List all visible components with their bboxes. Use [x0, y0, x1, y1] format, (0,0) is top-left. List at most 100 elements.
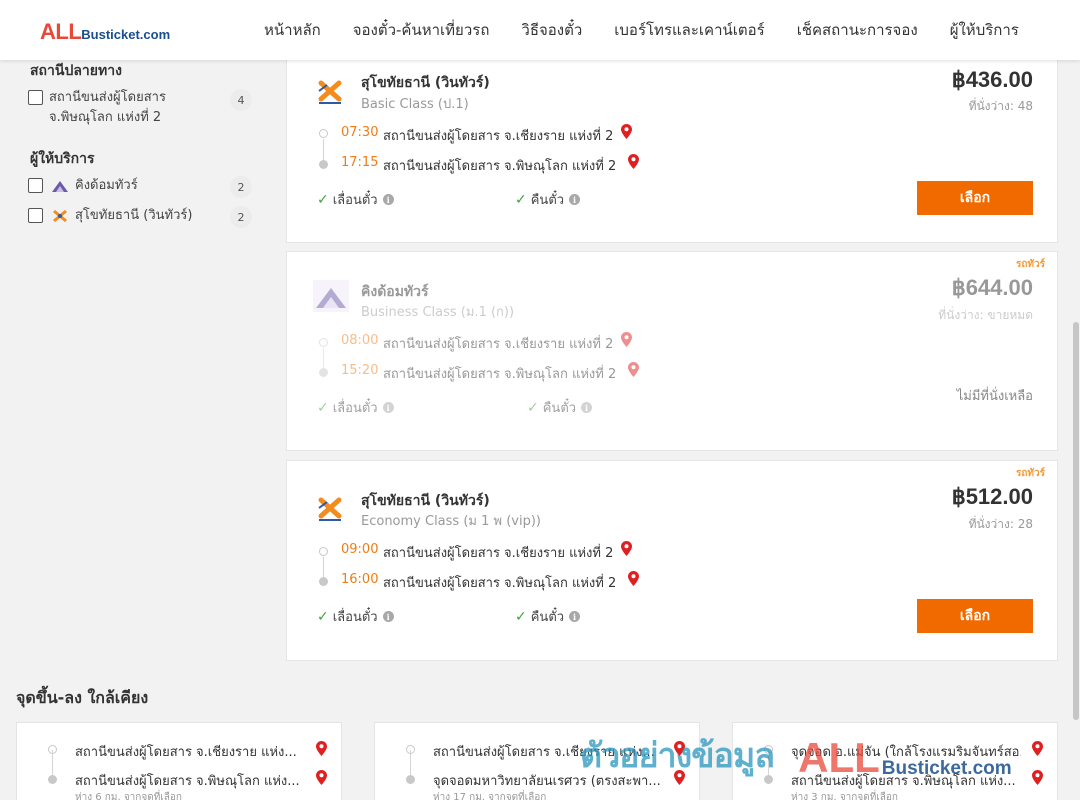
nearby-to-station: จุดจอดมหาวิทยาลัยนเรศวร (ตรงสะพา...: [433, 774, 661, 789]
operator-name: คิงด้อมทัวร์: [361, 284, 429, 300]
nearby-route-card[interactable]: จุดจอด อ.แม่จัน (ใกล้โรงแรมริมจันทร์สอ..…: [732, 722, 1058, 800]
info-icon[interactable]: i: [382, 194, 394, 205]
map-pin-icon: [628, 362, 639, 377]
map-pin-icon: [621, 332, 632, 347]
route-line: [323, 139, 324, 161]
nearby-to-station: สถานีขนส่งผู้โดยสาร จ.พิษณุโลก แห่ง...: [791, 774, 1016, 789]
departure-station: สถานีขนส่งผู้โดยสาร จ.เชียงราย แห่งที่ 2: [383, 546, 614, 561]
trip-price: ฿644.00: [951, 275, 1033, 300]
nav-home[interactable]: หน้าหลัก: [264, 18, 321, 42]
change-ticket-feature: ✓ เลื่อนตั๋ว i: [317, 189, 394, 210]
destination-filter-item[interactable]: สถานีขนส่งผู้โดยสาร จ.พิษณุโลก แห่งที่ 2…: [28, 88, 256, 128]
destination-checkbox[interactable]: [28, 90, 43, 105]
map-pin-icon[interactable]: [1032, 741, 1043, 756]
arrival-time: 17:15: [341, 155, 379, 170]
refund-ticket-feature: ✓ คืนตั๋ว i: [515, 606, 581, 627]
logo-busticket: Busticket.com: [81, 27, 171, 42]
trip-price: ฿436.00: [951, 67, 1033, 92]
map-pin-icon[interactable]: [674, 741, 685, 756]
map-pin-icon[interactable]: [628, 571, 639, 586]
departure-station: สถานีขนส่งผู้โดยสาร จ.เชียงราย แห่งที่ 2: [383, 337, 614, 352]
destination-count-badge: 4: [230, 89, 252, 111]
operator-filter-item[interactable]: คิงด้อมทัวร์ 2: [28, 176, 256, 198]
departure-time: 08:00: [341, 333, 379, 348]
operator-label: คิงด้อมทัวร์: [75, 178, 138, 193]
top-header: ALLBusticket.com หน้าหลัก จองตั๋ว-ค้นหาเ…: [0, 0, 1080, 60]
arrival-time: 15:20: [341, 363, 379, 378]
nav-book-ticket[interactable]: จองตั๋ว-ค้นหาเที่ยวรถ: [353, 18, 490, 42]
arrival-station: สถานีขนส่งผู้โดยสาร จ.พิษณุโลก แห่งที่ 2: [383, 367, 617, 382]
map-pin-icon[interactable]: [316, 770, 327, 785]
map-pin-icon[interactable]: [316, 741, 327, 756]
select-trip-button[interactable]: เลือก: [917, 599, 1033, 633]
nearby-from-station: สถานีขนส่งผู้โดยสาร จ.เชียงราย แห่ง...: [75, 745, 297, 760]
nav-how-to-book[interactable]: วิธีจองตั๋ว: [521, 18, 582, 42]
info-icon[interactable]: i: [569, 194, 581, 205]
info-icon[interactable]: i: [569, 611, 581, 622]
change-ticket-label: เลื่อนตั๋ว: [332, 610, 378, 625]
route-line: [410, 750, 411, 778]
refund-ticket-feature: ✓ คืนตั๋ว i: [527, 397, 593, 418]
arrival-dot: [319, 368, 328, 377]
bus-class: Business Class (ม.1 (ก)): [361, 305, 515, 320]
arrival-dot: [406, 775, 415, 784]
nearby-from-station: สถานีขนส่งผู้โดยสาร จ.เชียงราย แห่ง...: [433, 745, 655, 760]
scrollbar-thumb[interactable]: [1073, 322, 1079, 720]
page-scrollbar[interactable]: [1072, 60, 1080, 800]
no-seats-status: ไม่มีที่นั่งเหลือ: [956, 389, 1033, 404]
info-icon[interactable]: i: [382, 611, 394, 622]
departure-time: 09:00: [341, 542, 379, 557]
operator-filter-item[interactable]: สุโขทัยธานี (วินทัวร์) 2: [28, 206, 256, 228]
nav-phone-counters[interactable]: เบอร์โทรและเคาน์เตอร์: [614, 18, 764, 42]
nearby-route-card[interactable]: สถานีขนส่งผู้โดยสาร จ.เชียงราย แห่ง... จ…: [374, 722, 700, 800]
check-icon: ✓: [317, 608, 329, 625]
nav-booking-status[interactable]: เช็คสถานะการจอง: [797, 18, 918, 42]
seats-available: ที่นั่งว่าง: ขายหมด: [938, 308, 1033, 322]
win-tour-logo-icon: [318, 497, 342, 521]
win-tour-logo-icon: [318, 80, 342, 104]
route-line: [768, 750, 769, 778]
kingdom-tour-logo-icon: [52, 181, 68, 192]
map-pin-icon[interactable]: [621, 541, 632, 556]
bus-type-tag: รถทัวร์: [1015, 259, 1045, 270]
operator-count-badge: 2: [230, 176, 252, 198]
trip-card: รถทัวร์ สุโขทัยธานี (วินทัวร์) Economy C…: [286, 460, 1058, 661]
destination-label: สถานีขนส่งผู้โดยสาร จ.พิษณุโลก แห่งที่ 2: [49, 88, 166, 128]
change-ticket-label: เลื่อนตั๋ว: [332, 401, 378, 416]
nav-operators[interactable]: ผู้ให้บริการ: [950, 18, 1019, 42]
nearby-distance: ห่าง 6 กม. จากจุดที่เลือก: [75, 792, 182, 800]
nearby-route-card[interactable]: สถานีขนส่งผู้โดยสาร จ.เชียงราย แห่ง... ส…: [16, 722, 342, 800]
arrival-dot: [48, 775, 57, 784]
arrival-station: สถานีขนส่งผู้โดยสาร จ.พิษณุโลก แห่งที่ 2: [383, 576, 617, 591]
refund-ticket-feature: ✓ คืนตั๋ว i: [515, 189, 581, 210]
map-pin-icon[interactable]: [628, 154, 639, 169]
info-icon: i: [581, 402, 593, 413]
refund-ticket-label: คืนตั๋ว: [530, 610, 565, 625]
nearby-distance: ห่าง 17 กม. จากจุดที่เลือก: [433, 792, 547, 800]
change-ticket-label: เลื่อนตั๋ว: [332, 193, 378, 208]
departure-station: สถานีขนส่งผู้โดยสาร จ.เชียงราย แห่งที่ 2: [383, 129, 614, 144]
map-pin-icon[interactable]: [621, 124, 632, 139]
site-logo[interactable]: ALLBusticket.com: [40, 19, 170, 45]
operator-name: สุโขทัยธานี (วินทัวร์): [361, 493, 490, 509]
destination-filter-title: สถานีปลายทาง: [30, 63, 122, 79]
seats-available: ที่นั่งว่าง: 28: [968, 517, 1033, 531]
map-pin-icon[interactable]: [674, 770, 685, 785]
destination-label-line1: สถานีขนส่งผู้โดยสาร: [49, 90, 166, 105]
win-tour-logo-icon: [53, 209, 67, 223]
check-icon: ✓: [515, 608, 527, 625]
arrival-station: สถานีขนส่งผู้โดยสาร จ.พิษณุโลก แห่งที่ 2: [383, 159, 617, 174]
arrival-dot: [319, 577, 328, 586]
operator-checkbox[interactable]: [28, 178, 43, 193]
arrival-time: 16:00: [341, 572, 379, 587]
select-trip-button[interactable]: เลือก: [917, 181, 1033, 215]
map-pin-icon[interactable]: [1032, 770, 1043, 785]
info-icon: i: [382, 402, 394, 413]
destination-label-line2: จ.พิษณุโลก แห่งที่ 2: [49, 110, 162, 125]
operators-filter-title: ผู้ให้บริการ: [30, 151, 95, 167]
operator-checkbox[interactable]: [28, 208, 43, 223]
trip-card: สุโขทัยธานี (วินทัวร์) Basic Class (ป.1)…: [286, 58, 1058, 243]
route-line: [52, 750, 53, 778]
departure-time: 07:30: [341, 125, 379, 140]
operator-count-badge: 2: [230, 206, 252, 228]
